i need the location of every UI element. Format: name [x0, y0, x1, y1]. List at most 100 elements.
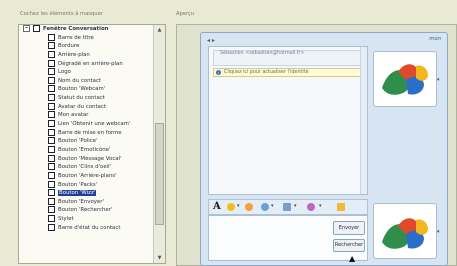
checkbox[interactable] — [48, 189, 55, 197]
scroll-up-arrow-icon[interactable]: ▲ — [155, 26, 164, 34]
element-tree-panel[interactable]: − Fenêtre Conversation Barre de titre Bordu… — [18, 24, 166, 264]
checkbox[interactable] — [48, 42, 55, 50]
tree-item[interactable]: Bouton 'Webcam' — [19, 85, 153, 94]
checkbox[interactable] — [48, 94, 55, 102]
tree-item-label: Dégradé en arrière-plan — [58, 60, 123, 67]
tree-item-label: Bouton 'Clins d'oeil' — [58, 164, 112, 171]
checkbox[interactable] — [48, 33, 55, 41]
tree-item[interactable]: Bouton 'Police' — [19, 137, 153, 146]
checkbox[interactable] — [48, 145, 55, 153]
image-dropdown-icon[interactable]: ▾ — [294, 203, 297, 209]
checkbox[interactable] — [48, 59, 55, 67]
collapse-icon[interactable]: − — [23, 25, 30, 32]
tree-item-label: Bouton 'Police' — [58, 138, 98, 145]
search-button[interactable]: Rechercher — [333, 239, 365, 252]
emoticon-icon[interactable] — [227, 203, 235, 211]
tree-item[interactable]: Barre de titre — [19, 33, 153, 43]
tree-item-label: Arrière-plan — [58, 51, 90, 58]
tree-item[interactable]: Mon avatar — [19, 111, 153, 120]
info-bar-text: Cliquez ici pour actualiser l'identité — [224, 70, 309, 75]
contact-avatar[interactable] — [373, 51, 437, 107]
tree-item[interactable]: Bouton 'Packs' — [19, 180, 153, 190]
background-dropdown-icon[interactable]: ▾ — [319, 203, 322, 209]
info-icon: i — [216, 70, 221, 75]
tree-item[interactable]: Bouton 'Clins d'oeil' — [19, 163, 153, 172]
voice-clip-icon[interactable] — [261, 203, 269, 211]
msn-butterfly-icon — [382, 64, 428, 95]
emoticon-dropdown-icon[interactable]: ▾ — [237, 203, 240, 209]
checkbox[interactable] — [48, 171, 55, 179]
tree-item-label: Bordure — [58, 43, 80, 50]
my-avatar-dropdown-icon[interactable]: ▾ — [437, 229, 440, 235]
send-button[interactable]: Envoyer — [333, 221, 365, 235]
wink-icon[interactable] — [245, 203, 253, 211]
tree-item[interactable]: Nom du contact — [19, 76, 153, 86]
tree-item-label: Bouton 'Arrière-plans' — [58, 172, 117, 179]
info-bar[interactable]: i Cliquez ici pour actualiser l'identité — [213, 68, 363, 77]
window-controls[interactable]: ◂ ▸ — [207, 37, 215, 44]
image-icon[interactable] — [283, 203, 291, 211]
checkbox[interactable] — [48, 111, 55, 119]
tree-item[interactable]: Lien 'Obtenir une webcam' — [19, 120, 153, 129]
tree-item[interactable]: Bouton 'Envoyer' — [19, 197, 153, 207]
checkbox[interactable] — [48, 68, 55, 76]
tree-item-label: Stylet — [58, 216, 74, 223]
my-avatar[interactable] — [373, 203, 437, 259]
tree-item-label: Bouton 'Wizz' — [58, 190, 97, 197]
checkbox[interactable] — [48, 154, 55, 162]
checkbox[interactable] — [48, 180, 55, 188]
tree-scrollbar[interactable]: ▲ ▼ — [153, 25, 165, 263]
tree-item-label: Lien 'Obtenir une webcam' — [58, 121, 131, 128]
tree-item[interactable]: Logo — [19, 68, 153, 77]
tree-item[interactable]: Barre de mise en forme — [19, 128, 153, 138]
tree-root-item[interactable]: − Fenêtre Conversation — [19, 25, 153, 34]
checkbox[interactable] — [48, 50, 55, 58]
message-input-area[interactable]: Envoyer Rechercher ▲ — [208, 215, 368, 263]
preview-label: Aperçu — [176, 11, 195, 17]
checkbox[interactable] — [48, 215, 55, 223]
tree-item[interactable]: Stylet — [19, 215, 153, 224]
msn-butterfly-icon — [382, 218, 428, 249]
scroll-down-arrow-icon[interactable]: ▼ — [155, 254, 164, 262]
contact-avatar-dropdown-icon[interactable]: ▾ — [437, 77, 440, 83]
chat-window-preview: ◂ ▸ msn Sébastien <sebastien@hotmail.fr>… — [200, 32, 448, 266]
tree-item[interactable]: Dégradé en arrière-plan — [19, 59, 153, 69]
checkbox[interactable] — [48, 163, 55, 171]
tree-item[interactable]: Bouton 'Arrière-plans' — [19, 171, 153, 181]
tree-item[interactable]: Avatar du contact — [19, 102, 153, 112]
hide-elements-label: Cochez les éléments à masquer — [20, 11, 103, 17]
mouse-cursor-icon: ▲ — [349, 254, 356, 263]
tree-item-label: Statut du contact — [58, 95, 105, 102]
tree-item[interactable]: Bouton 'Rechercher' — [19, 206, 153, 215]
tree-item[interactable]: Barre d'état du contact — [19, 223, 153, 233]
checkbox[interactable] — [48, 120, 55, 128]
tree-item[interactable]: Bouton 'Emoticône' — [19, 145, 153, 155]
tree-item[interactable]: Arrière-plan — [19, 50, 153, 60]
checkbox[interactable] — [48, 128, 55, 136]
formatting-toolbar: A ▾ ▾ ▾ ▾ — [208, 199, 368, 215]
checkbox[interactable] — [48, 102, 55, 110]
tree-item[interactable]: Bordure — [19, 42, 153, 51]
tree-item[interactable]: Bouton 'Message Vocal' — [19, 154, 153, 164]
tree-item-label: Bouton 'Packs' — [58, 181, 98, 188]
voice-dropdown-icon[interactable]: ▾ — [271, 203, 274, 209]
tree-item[interactable]: Bouton 'Wizz' — [19, 189, 153, 198]
tree-item-label: Bouton 'Rechercher' — [58, 207, 113, 214]
background-icon[interactable] — [307, 203, 315, 211]
tree-item-label: Avatar du contact — [58, 103, 106, 110]
tree-item-label: Mon avatar — [58, 112, 89, 119]
checkbox[interactable] — [48, 76, 55, 84]
checkbox[interactable] — [48, 85, 55, 93]
tree-item-label: Bouton 'Emoticône' — [58, 146, 111, 153]
checkbox[interactable] — [48, 197, 55, 205]
conversation-scrollbar[interactable] — [360, 47, 367, 194]
checkbox[interactable] — [48, 206, 55, 214]
scrollbar-thumb[interactable] — [155, 123, 164, 225]
font-button[interactable]: A — [213, 201, 221, 212]
checkbox[interactable] — [48, 223, 55, 231]
tree-item[interactable]: Statut du contact — [19, 94, 153, 103]
tree-item-label: Bouton 'Webcam' — [58, 86, 106, 93]
nudge-icon[interactable] — [337, 203, 345, 211]
checkbox[interactable] — [48, 137, 55, 145]
checkbox[interactable] — [33, 25, 40, 32]
